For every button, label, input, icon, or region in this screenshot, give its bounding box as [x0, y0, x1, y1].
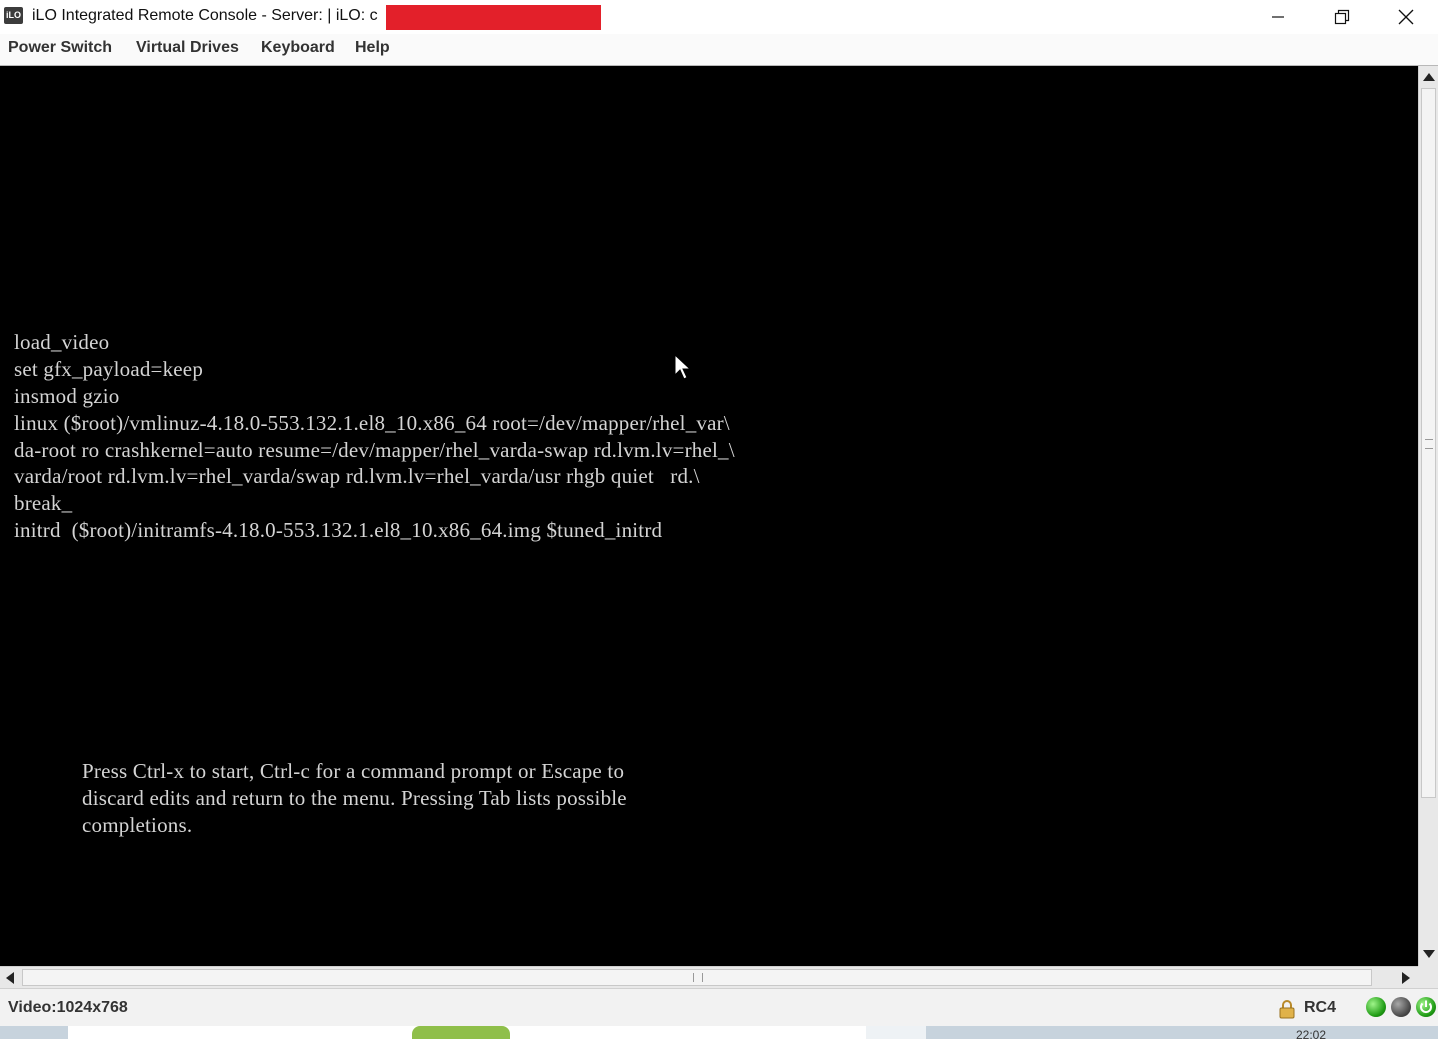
video-resolution-label: Video:1024x768 [8, 999, 128, 1016]
grub-hint-line: discard edits and return to the menu. Pr… [82, 786, 627, 810]
taskbar-strip: 22:02 [0, 1026, 1438, 1042]
taskbar-app-icon[interactable] [412, 1026, 510, 1039]
title-bar: iLO iLO Integrated Remote Console - Serv… [0, 0, 1438, 34]
mouse-pointer-icon [674, 354, 692, 380]
grub-line: initrd ($root)/initramfs-4.18.0-553.132.… [14, 518, 663, 542]
grip-icon [1425, 439, 1433, 449]
grub-line: da-root ro crashkernel=auto resume=/dev/… [14, 438, 735, 462]
scroll-down-icon[interactable] [1423, 950, 1435, 958]
grub-hint-line: Press Ctrl-x to start, Ctrl-c for a comm… [82, 759, 625, 783]
grub-line: linux ($root)/vmlinuz-4.18.0-553.132.1.e… [14, 411, 730, 435]
horizontal-scroll-thumb[interactable] [22, 969, 1372, 986]
close-button[interactable] [1374, 0, 1438, 34]
scroll-up-icon[interactable] [1423, 73, 1435, 81]
ilo-app-icon: iLO [4, 7, 23, 24]
menu-keyboard[interactable]: Keyboard [261, 39, 335, 57]
scroll-left-icon[interactable] [6, 972, 14, 984]
power-symbol-icon [1420, 1000, 1432, 1013]
grub-line: varda/root rd.lvm.lv=rhel_varda/swap rd.… [14, 464, 700, 488]
menu-bar: Power Switch Virtual Drives Keyboard Hel… [0, 34, 1438, 66]
vertical-scroll-thumb[interactable] [1421, 88, 1436, 798]
status-bar: Video:1024x768 RC4 [0, 988, 1438, 1027]
restore-button[interactable] [1310, 0, 1374, 34]
scrollbar-corner [1418, 966, 1438, 988]
grub-hint-line: completions. [82, 813, 193, 837]
minimize-icon [1272, 16, 1284, 18]
encryption-label: RC4 [1304, 999, 1337, 1016]
window-title: iLO Integrated Remote Console - Server: … [32, 7, 378, 24]
status-gray-icon [1391, 997, 1411, 1017]
grub-line: load_video [14, 330, 110, 354]
menu-virtual-drives[interactable]: Virtual Drives [136, 39, 239, 57]
status-green-icon [1366, 997, 1386, 1017]
grub-line: break_ [14, 491, 73, 515]
menu-help[interactable]: Help [355, 39, 390, 57]
menu-power-switch[interactable]: Power Switch [8, 39, 112, 57]
taskbar-clock: 22:02 [1296, 1028, 1327, 1042]
power-icon[interactable] [1416, 997, 1436, 1017]
vertical-scrollbar[interactable] [1418, 66, 1438, 966]
horizontal-scrollbar[interactable] [0, 966, 1418, 989]
grip-icon [693, 973, 703, 982]
grub-line: insmod gzio [14, 384, 120, 408]
lock-icon [1279, 1000, 1295, 1019]
minimize-button[interactable] [1246, 0, 1310, 34]
scroll-right-icon[interactable] [1402, 972, 1410, 984]
taskbar-area [866, 1026, 926, 1039]
redaction-box [386, 5, 601, 30]
grub-line: set gfx_payload=keep [14, 357, 204, 381]
restore-icon [1334, 9, 1350, 25]
remote-console-screen[interactable]: load_video set gfx_payload=keep insmod g… [0, 66, 1418, 966]
close-icon [1398, 9, 1414, 25]
